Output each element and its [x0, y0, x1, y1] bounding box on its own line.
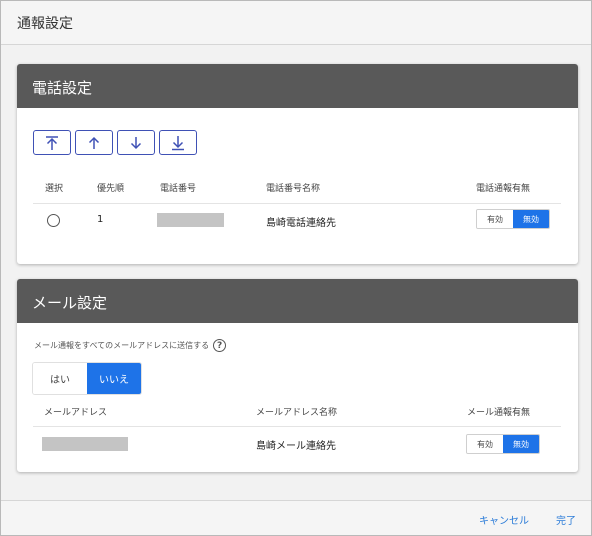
mail-notify-enable-option[interactable]: 有効 — [467, 435, 503, 453]
column-header-mail-notify: メール通報有無 — [467, 408, 531, 418]
phone-row-priority: 1 — [97, 214, 104, 225]
column-header-phone-name: 電話番号名称 — [266, 184, 321, 194]
dialog-header: 通報設定 — [1, 1, 591, 45]
phone-notify-enable-option[interactable]: 有効 — [477, 210, 513, 228]
move-to-top-button[interactable] — [33, 130, 71, 155]
phone-row-radio[interactable] — [47, 214, 60, 227]
column-header-mail-name: メールアドレス名称 — [256, 408, 338, 418]
phone-settings-title: 電話設定 — [17, 64, 578, 108]
column-header-priority: 優先順 — [97, 184, 125, 194]
table-divider — [33, 203, 561, 204]
move-up-icon — [88, 136, 100, 149]
move-down-button[interactable] — [117, 130, 155, 155]
dialog-footer: キャンセル 完了 — [1, 500, 591, 535]
order-button-group — [33, 130, 197, 155]
mail-notify-toggle: 有効 無効 — [466, 434, 540, 454]
masked-mail-address — [42, 437, 128, 451]
column-header-phone-number: 電話番号 — [160, 184, 197, 194]
move-to-bottom-icon — [172, 135, 184, 150]
mail-row-name: 島崎メール連絡先 — [256, 441, 336, 452]
masked-phone-number — [157, 213, 224, 227]
send-all-mail-label-row: メール通報をすべてのメールアドレスに送信する ? — [34, 339, 227, 352]
table-divider — [33, 426, 561, 427]
phone-row-name: 島崎電話連絡先 — [266, 218, 336, 229]
cancel-button[interactable]: キャンセル — [479, 512, 529, 527]
move-down-icon — [130, 136, 142, 149]
move-to-bottom-button[interactable] — [159, 130, 197, 155]
done-button[interactable]: 完了 — [556, 512, 576, 527]
dialog-title: 通報設定 — [17, 16, 73, 32]
phone-notify-disable-option[interactable]: 無効 — [513, 210, 549, 228]
phone-notify-toggle: 有効 無効 — [476, 209, 550, 229]
notification-settings-dialog: 通報設定 電話設定 選択 優先順 電話番号 電話番号名称 電話通報有無 1 島崎… — [0, 0, 592, 536]
move-up-button[interactable] — [75, 130, 113, 155]
mail-settings-title: メール設定 — [17, 279, 578, 323]
column-header-select: 選択 — [45, 184, 64, 194]
column-header-phone-notify: 電話通報有無 — [476, 184, 531, 194]
mail-settings-card: メール設定 メール通報をすべてのメールアドレスに送信する ? はい いいえ メー… — [17, 279, 578, 472]
send-all-no-option[interactable]: いいえ — [87, 363, 141, 394]
column-header-mail-address: メールアドレス — [44, 408, 108, 418]
mail-notify-disable-option[interactable]: 無効 — [503, 435, 539, 453]
phone-settings-card: 電話設定 選択 優先順 電話番号 電話番号名称 電話通報有無 1 島崎電話連絡先 — [17, 64, 578, 264]
move-to-top-icon — [46, 135, 58, 150]
help-icon[interactable]: ? — [213, 339, 227, 352]
send-all-mail-label: メール通報をすべてのメールアドレスに送信する — [34, 341, 210, 350]
send-all-yes-option[interactable]: はい — [33, 363, 87, 394]
send-all-mail-toggle: はい いいえ — [33, 363, 141, 394]
